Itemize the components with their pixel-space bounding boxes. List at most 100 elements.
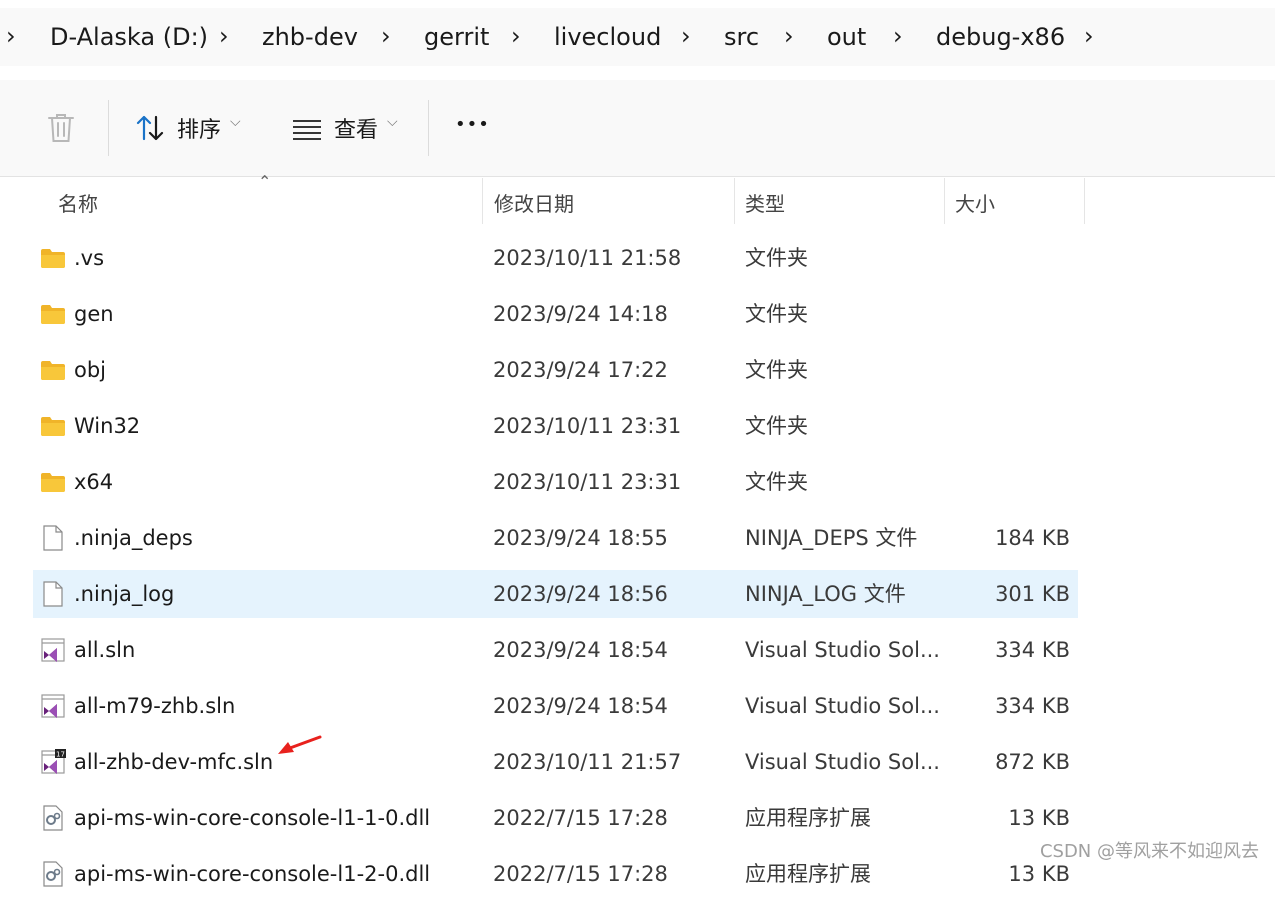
file-type: Visual Studio Sol... <box>745 750 940 774</box>
chevron-right-icon[interactable]: › <box>893 8 903 66</box>
file-name: all.sln <box>74 638 136 662</box>
folder-icon <box>41 473 65 492</box>
breadcrumb-debug-x86[interactable]: debug-x86 <box>936 8 1065 66</box>
file-name: obj <box>74 358 107 382</box>
toolbar-divider <box>428 100 429 156</box>
file-date: 2023/9/24 17:22 <box>493 358 668 382</box>
file-name: gen <box>74 302 114 326</box>
breadcrumb-gerrit[interactable]: gerrit <box>424 8 489 66</box>
visual-studio-solution-icon <box>41 694 65 718</box>
sort-arrows-icon <box>136 115 164 141</box>
file-date: 2023/9/24 18:56 <box>493 582 668 606</box>
column-type[interactable]: 类型 <box>745 188 785 217</box>
file-name: api-ms-win-core-console-l1-1-0.dll <box>74 806 431 830</box>
folder-icon <box>41 417 65 436</box>
file-row[interactable]: .ninja_deps 2023/9/24 18:55 NINJA_DEPS 文件 1… <box>33 514 1078 562</box>
file-icon <box>43 581 63 607</box>
file-type: 文件夹 <box>745 470 808 494</box>
file-row[interactable]: Win32 2023/10/11 23:31 文件夹 <box>33 402 1078 450</box>
column-date[interactable]: 修改日期 <box>494 188 574 217</box>
file-type: 文件夹 <box>745 246 808 270</box>
file-date: 2023/9/24 18:55 <box>493 526 668 550</box>
file-type: 文件夹 <box>745 358 808 382</box>
dll-icon <box>43 861 63 887</box>
view-label: 查看 <box>334 118 379 143</box>
file-name: Win32 <box>74 414 141 438</box>
visual-studio-solution-icon <box>41 638 65 662</box>
file-row[interactable]: obj 2023/9/24 17:22 文件夹 <box>33 346 1078 394</box>
file-size: 13 KB <box>1008 806 1070 830</box>
file-date: 2023/9/24 18:54 <box>493 694 668 718</box>
column-divider[interactable] <box>1084 178 1085 224</box>
file-type: Visual Studio Sol... <box>745 638 940 662</box>
watermark: CSDN @等风来不如迎风去 <box>1039 841 1259 862</box>
red-arrow-icon <box>278 735 322 754</box>
chevron-right-icon[interactable]: › <box>681 8 691 66</box>
file-row[interactable]: all.sln 2023/9/24 18:54 Visual Studio Sol.… <box>33 626 1078 674</box>
file-date: 2023/9/24 18:54 <box>493 638 668 662</box>
chevron-right-icon[interactable]: › <box>511 8 521 66</box>
folder-icon <box>41 249 65 268</box>
column-divider[interactable] <box>482 178 483 224</box>
file-icon <box>43 525 63 551</box>
view-button[interactable]: 查看 ⌵ <box>288 100 408 156</box>
breadcrumb-src[interactable]: src <box>724 8 759 66</box>
chevron-right-icon[interactable]: › <box>1084 8 1094 66</box>
column-divider[interactable] <box>944 178 945 224</box>
chevron-right-icon[interactable]: › <box>381 8 391 66</box>
trash-icon[interactable] <box>46 112 76 144</box>
file-date: 2023/10/11 21:57 <box>493 750 682 774</box>
visual-studio-2022-solution-icon: 17 <box>41 749 66 774</box>
chevron-right-icon[interactable]: › <box>784 8 794 66</box>
sort-button[interactable]: 排序 ⌵ <box>130 100 250 156</box>
spacer <box>0 66 1275 80</box>
file-type: 应用程序扩展 <box>745 862 871 886</box>
file-date: 2023/9/24 14:18 <box>493 302 668 326</box>
more-options-icon[interactable]: ••• <box>455 114 490 135</box>
file-size: 184 KB <box>995 526 1070 550</box>
file-row[interactable]: 17 all-zhb-dev-mfc.sln 2023/10/11 21:57 Vis… <box>33 738 1078 786</box>
column-name[interactable]: 名称 <box>58 188 98 217</box>
file-row[interactable]: api-ms-win-core-console-l1-2-0.dll 2022/7… <box>33 850 1078 898</box>
toolbar-divider <box>108 100 109 156</box>
chevron-down-icon: ⌵ <box>230 114 241 130</box>
file-row[interactable]: .vs 2023/10/11 21:58 文件夹 <box>33 234 1078 282</box>
file-name: x64 <box>74 470 114 494</box>
file-name: all-m79-zhb.sln <box>74 694 236 718</box>
column-divider[interactable] <box>734 178 735 224</box>
file-date: 2023/10/11 23:31 <box>493 414 682 438</box>
file-date: 2022/7/15 17:28 <box>493 862 668 886</box>
column-header: ⌃ 名称 修改日期 类型 大小 <box>0 172 1275 224</box>
file-type: 文件夹 <box>745 302 808 326</box>
file-row[interactable]: api-ms-win-core-console-l1-1-0.dll 2022/7… <box>33 794 1078 842</box>
file-row[interactable]: .ninja_log 2023/9/24 18:56 NINJA_LOG 文件 301… <box>33 570 1078 618</box>
file-date: 2023/10/11 23:31 <box>493 470 682 494</box>
breadcrumb-drive[interactable]: D-Alaska (D:) <box>50 8 208 66</box>
file-size: 334 KB <box>995 694 1070 718</box>
breadcrumb-livecloud[interactable]: livecloud <box>554 8 661 66</box>
file-type: NINJA_DEPS 文件 <box>745 526 918 550</box>
column-size[interactable]: 大小 <box>955 188 995 217</box>
breadcrumb-zhb-dev[interactable]: zhb-dev <box>262 8 358 66</box>
file-size: 872 KB <box>995 750 1070 774</box>
chevron-right-icon[interactable]: › <box>219 8 229 66</box>
file-row[interactable]: all-m79-zhb.sln 2023/9/24 18:54 Visual Stu… <box>33 682 1078 730</box>
file-name: api-ms-win-core-console-l1-2-0.dll <box>74 862 431 886</box>
file-name: .ninja_deps <box>74 526 193 550</box>
file-name: .ninja_log <box>74 582 175 606</box>
file-size: 301 KB <box>995 582 1070 606</box>
breadcrumb-out[interactable]: out <box>827 8 866 66</box>
file-type: Visual Studio Sol... <box>745 694 940 718</box>
file-name: all-zhb-dev-mfc.sln <box>74 750 274 774</box>
file-type: 应用程序扩展 <box>745 806 871 830</box>
file-type: NINJA_LOG 文件 <box>745 582 906 606</box>
sort-ascending-icon: ⌃ <box>258 172 272 191</box>
list-view-icon <box>293 120 321 140</box>
address-bar[interactable]: › D-Alaska (D:) › zhb-dev › gerrit › liv… <box>0 8 1275 66</box>
dll-icon <box>43 805 63 831</box>
chevron-right-icon[interactable]: › <box>6 8 16 66</box>
file-row[interactable]: x64 2023/10/11 23:31 文件夹 <box>33 458 1078 506</box>
file-date: 2023/10/11 21:58 <box>493 246 682 270</box>
svg-text:17: 17 <box>56 751 65 759</box>
file-row[interactable]: gen 2023/9/24 14:18 文件夹 <box>33 290 1078 338</box>
